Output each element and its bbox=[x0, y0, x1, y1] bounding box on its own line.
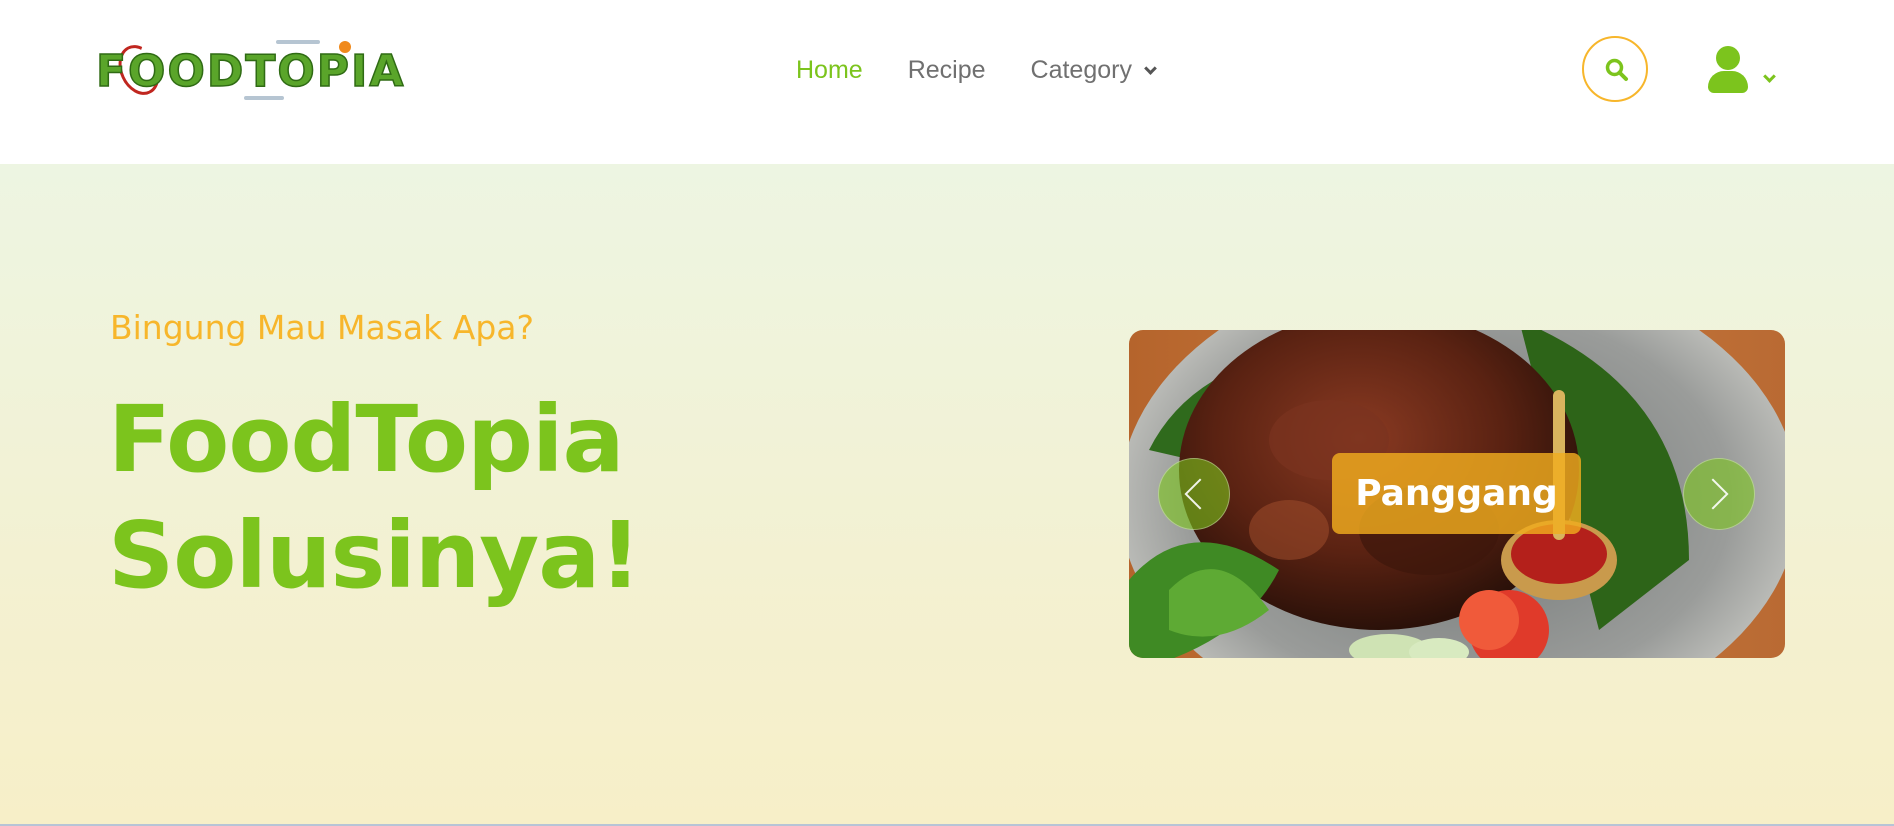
nav-category[interactable]: Category bbox=[1030, 56, 1157, 85]
nav-home[interactable]: Home bbox=[796, 56, 863, 85]
nav-recipe-label: Recipe bbox=[907, 56, 986, 84]
chevron-right-icon bbox=[1697, 478, 1729, 510]
recipe-carousel: Panggang bbox=[1129, 330, 1785, 658]
logo-dot bbox=[339, 41, 351, 53]
search-icon bbox=[1605, 58, 1628, 81]
carousel-prev-button[interactable] bbox=[1158, 458, 1230, 530]
carousel-next-button[interactable] bbox=[1683, 458, 1755, 530]
chevron-down-icon bbox=[1144, 62, 1157, 75]
logo-text: FOODTOPIA bbox=[95, 45, 406, 98]
user-icon bbox=[1708, 71, 1748, 93]
site-header: FOODTOPIA Home Recipe Category bbox=[0, 0, 1894, 164]
nav-recipe[interactable]: Recipe bbox=[908, 56, 986, 85]
chevron-down-icon bbox=[1763, 70, 1776, 83]
user-icon-head bbox=[1716, 46, 1740, 70]
hero-headline: FoodTopia Solusinya! bbox=[108, 382, 641, 614]
user-menu[interactable] bbox=[1706, 46, 1782, 98]
main-nav: Home Recipe Category bbox=[796, 56, 1157, 85]
hero-section: Bingung Mau Masak Apa? FoodTopia Solusin… bbox=[0, 164, 1894, 824]
fork-icon bbox=[276, 40, 320, 44]
search-button[interactable] bbox=[1582, 36, 1648, 102]
carousel-caption: Panggang bbox=[1332, 453, 1581, 534]
spoon-icon bbox=[244, 96, 284, 100]
hero-tagline: Bingung Mau Masak Apa? bbox=[110, 308, 535, 347]
chevron-left-icon bbox=[1184, 478, 1216, 510]
headline-line-1: FoodTopia bbox=[108, 386, 625, 493]
nav-home-label: Home bbox=[796, 56, 863, 84]
foodtopia-logo[interactable]: FOODTOPIA bbox=[95, 36, 404, 106]
nav-category-label: Category bbox=[1030, 56, 1132, 84]
headline-line-2: Solusinya! bbox=[108, 502, 641, 609]
